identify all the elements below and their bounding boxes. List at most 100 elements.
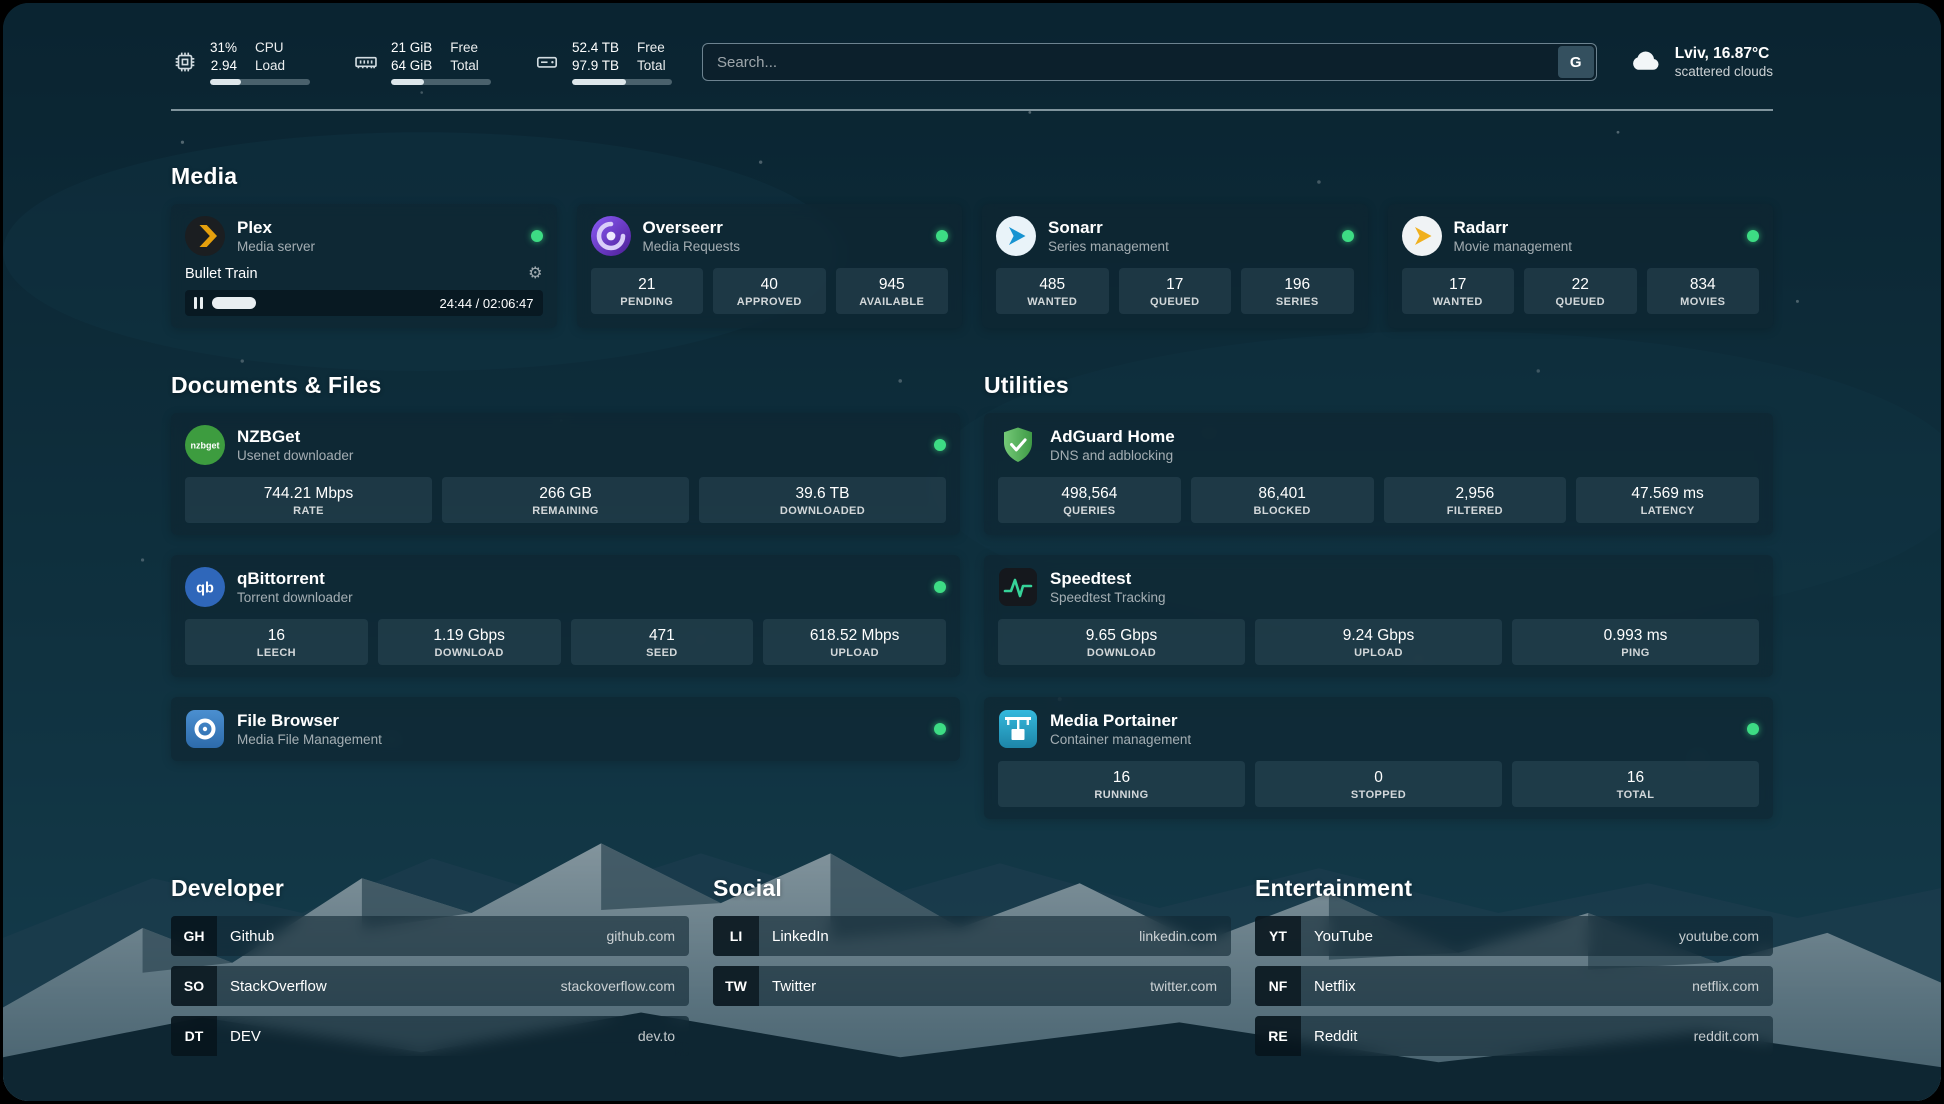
bookmark-abbr: NF [1255, 966, 1301, 1006]
stat-value: 2,956 [1388, 484, 1563, 504]
service-card-overseerr[interactable]: Overseerr Media Requests 21 PENDING 40 A… [577, 204, 963, 328]
bookmark-github[interactable]: GH Github github.com [171, 916, 689, 956]
section-utilities: Utilities [984, 372, 1773, 819]
stat-label: PING [1516, 647, 1755, 659]
service-card-qbittorrent[interactable]: qb qBittorrent Torrent downloader [171, 555, 960, 677]
bookmark-abbr: RE [1255, 1016, 1301, 1056]
section-title-documents: Documents & Files [171, 372, 960, 399]
weather-text: Lviv, 16.87°C scattered clouds [1675, 44, 1773, 80]
bookmark-abbr: SO [171, 966, 217, 1006]
bookmark-twitter[interactable]: TW Twitter twitter.com [713, 966, 1231, 1006]
service-card-portainer[interactable]: Media Portainer Container management 16 … [984, 697, 1773, 819]
stat-value: 16 [1516, 768, 1755, 788]
stat-total: 16 TOTAL [1512, 761, 1759, 807]
bookmark-url: netflix.com [1692, 978, 1773, 994]
stats-row: 9.65 Gbps DOWNLOAD 9.24 Gbps UPLOAD 0.99… [998, 619, 1759, 665]
stats-row: 498,564 QUERIES 86,401 BLOCKED 2,956 FIL… [998, 477, 1759, 523]
service-card-sonarr[interactable]: Sonarr Series management 485 WANTED 17 Q… [982, 204, 1368, 328]
memory-readout: 21 GiB Free 64 GiB Total [391, 39, 491, 85]
section-media: Media Plex Media server [171, 163, 1773, 328]
service-name: AdGuard Home [1050, 426, 1175, 447]
playback-progress-fill [212, 297, 256, 309]
stat-label: UPLOAD [1259, 647, 1498, 659]
stat-label: SEED [575, 647, 750, 659]
stat-value: 1.19 Gbps [382, 626, 557, 646]
service-name: Sonarr [1048, 217, 1169, 238]
section-documents: Documents & Files nzbget [171, 372, 960, 819]
bookmark-netflix[interactable]: NF Netflix netflix.com [1255, 966, 1773, 1006]
service-name: File Browser [237, 710, 382, 731]
bookmark-reddit[interactable]: RE Reddit reddit.com [1255, 1016, 1773, 1056]
status-online-dot [936, 230, 948, 242]
stats-row: 744.21 Mbps RATE 266 GB REMAINING 39.6 T… [185, 477, 946, 523]
stats-row: 21 PENDING 40 APPROVED 945 AVAILABLE [591, 268, 949, 314]
bookmark-name: Twitter [759, 978, 816, 995]
stat-value: 39.6 TB [703, 484, 942, 504]
service-description: Media File Management [237, 731, 382, 748]
memory-progress-bar [391, 79, 491, 85]
portainer-icon [998, 709, 1038, 749]
topbar-divider [171, 109, 1773, 111]
service-card-speedtest[interactable]: Speedtest Speedtest Tracking 9.65 Gbps D… [984, 555, 1773, 677]
bookmark-linkedin[interactable]: LI LinkedIn linkedin.com [713, 916, 1231, 956]
bookmark-name: YouTube [1301, 928, 1373, 945]
card-header: Speedtest Speedtest Tracking [998, 567, 1759, 607]
service-meta: Sonarr Series management [1048, 217, 1169, 255]
service-card-filebrowser[interactable]: File Browser Media File Management [171, 697, 960, 761]
stat-blocked: 86,401 BLOCKED [1191, 477, 1374, 523]
service-card-adguard[interactable]: AdGuard Home DNS and adblocking 498,564 … [984, 413, 1773, 535]
service-meta: File Browser Media File Management [237, 710, 382, 748]
bookmark-abbr: DT [171, 1016, 217, 1056]
stat-download: 1.19 Gbps DOWNLOAD [378, 619, 561, 665]
stat-available: 945 AVAILABLE [836, 268, 949, 314]
disk-progress-bar [572, 79, 672, 85]
cpu-usage-value: 31% [210, 39, 237, 56]
adguard-icon [998, 425, 1038, 465]
stat-label: STOPPED [1259, 789, 1498, 801]
stat-label: PENDING [595, 296, 700, 308]
bookmarks: Developer GH Github github.com SO StackO… [171, 875, 1773, 1056]
stat-rate: 744.21 Mbps RATE [185, 477, 432, 523]
service-name: Overseerr [643, 217, 741, 238]
sonarr-icon [996, 216, 1036, 256]
service-card-plex[interactable]: Plex Media server Bullet Train ⚙ 24:44 /… [171, 204, 557, 328]
bookmark-dev[interactable]: DT DEV dev.to [171, 1016, 689, 1056]
bookmark-name: LinkedIn [759, 928, 829, 945]
search-provider-button[interactable]: G [1558, 46, 1594, 78]
cpu-progress-bar [210, 79, 310, 85]
bookmark-url: stackoverflow.com [561, 978, 689, 994]
status-online-dot [934, 439, 946, 451]
stat-label: RUNNING [1002, 789, 1241, 801]
pause-icon[interactable] [194, 297, 203, 309]
service-card-nzbget[interactable]: nzbget NZBGet Usenet downloader 74 [171, 413, 960, 535]
bookmark-name: StackOverflow [217, 978, 327, 995]
weather-widget[interactable]: Lviv, 16.87°C scattered clouds [1627, 42, 1773, 83]
service-name: Media Portainer [1050, 710, 1191, 731]
card-header: AdGuard Home DNS and adblocking [998, 425, 1759, 465]
service-name: qBittorrent [237, 568, 353, 589]
playback-bar[interactable]: 24:44 / 02:06:47 [185, 290, 543, 316]
stat-label: SERIES [1245, 296, 1350, 308]
service-card-radarr[interactable]: Radarr Movie management 17 WANTED 22 QUE… [1388, 204, 1774, 328]
stat-label: DOWNLOAD [1002, 647, 1241, 659]
stat-value: 945 [840, 275, 945, 295]
topbar: 31% CPU 2.94 Load [171, 39, 1773, 85]
stat-value: 498,564 [1002, 484, 1177, 504]
service-name: Speedtest [1050, 568, 1166, 589]
stat-value: 21 [595, 275, 700, 295]
stat-value: 266 GB [446, 484, 685, 504]
bookmark-stackoverflow[interactable]: SO StackOverflow stackoverflow.com [171, 966, 689, 1006]
section-title-utilities: Utilities [984, 372, 1773, 399]
bookmark-url: github.com [607, 928, 689, 944]
card-header: Plex Media server [185, 216, 543, 256]
service-name: Plex [237, 217, 315, 238]
search-input[interactable] [702, 43, 1597, 81]
bookmark-youtube[interactable]: YT YouTube youtube.com [1255, 916, 1773, 956]
svg-text:qb: qb [196, 581, 214, 597]
gear-icon[interactable]: ⚙ [528, 266, 542, 282]
stat-value: 744.21 Mbps [189, 484, 428, 504]
weather-location: Lviv, 16.87°C [1675, 44, 1773, 63]
stat-stopped: 0 STOPPED [1255, 761, 1502, 807]
stat-movies: 834 MOVIES [1647, 268, 1760, 314]
card-header: qb qBittorrent Torrent downloader [185, 567, 946, 607]
